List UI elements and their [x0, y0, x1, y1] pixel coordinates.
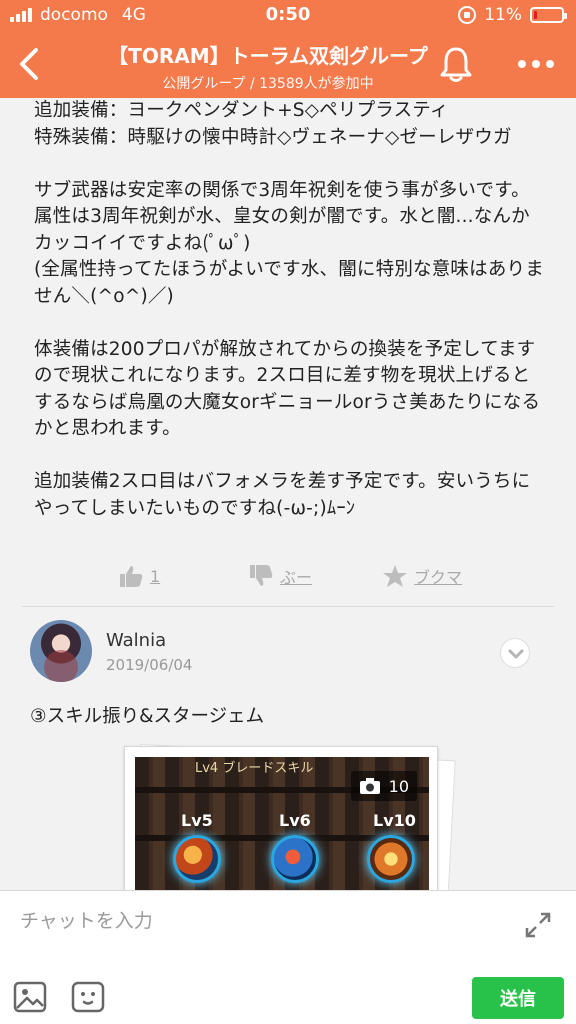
- post-content-area[interactable]: 追加装備：ヨークペンダント+S◇ペリプラスティ 特殊装備：時駆けの懐中時計◇ヴェ…: [0, 98, 576, 890]
- back-button[interactable]: [10, 42, 50, 86]
- post-body-text: 追加装備：ヨークペンダント+S◇ペリプラスティ 特殊装備：時駆けの懐中時計◇ヴェ…: [34, 100, 544, 519]
- image-icon: [13, 981, 47, 1013]
- thumbs-down-icon: [250, 565, 273, 586]
- dislike-button[interactable]: ぶー: [248, 564, 312, 588]
- dot-icon: [532, 60, 540, 68]
- camera-icon: [359, 778, 380, 794]
- group-subtitle: 公開グループ / 13589人が参加中: [162, 76, 374, 92]
- image-button[interactable]: [12, 979, 48, 1015]
- photo-count-badge: 10: [350, 771, 417, 801]
- skill-orb-icon: [367, 835, 415, 883]
- bookmark-button[interactable]: ブクマ: [382, 564, 462, 588]
- group-title-block[interactable]: 【TORAM】トーラム双剣グループ 公開グループ / 13589人が参加中: [70, 40, 466, 93]
- photo-count: 10: [388, 776, 409, 796]
- sticker-button[interactable]: [70, 979, 106, 1015]
- photo-frame: Lv4 ブレードスキル Lv5 Lv6 Lv10 10: [124, 746, 438, 890]
- chevron-down-icon: [508, 649, 524, 659]
- skill-orb-icon: [271, 835, 319, 883]
- star-icon: [383, 565, 407, 587]
- comment-date: 2019/06/04: [106, 656, 193, 674]
- notification-button[interactable]: [438, 44, 474, 84]
- avatar[interactable]: [30, 620, 92, 682]
- nav-bar: 【TORAM】トーラム双剣グループ 公開グループ / 13589人が参加中: [0, 30, 576, 98]
- skill-level-label: Lv6: [279, 811, 311, 830]
- bell-icon: [440, 47, 472, 82]
- dislike-label: ぶー: [280, 568, 313, 587]
- thumbs-up-icon: [120, 566, 143, 587]
- dot-icon: [518, 60, 526, 68]
- battery-icon: [530, 7, 567, 23]
- skill-level-label: Lv5: [181, 811, 213, 830]
- skill-screenshot-image: Lv4 ブレードスキル Lv5 Lv6 Lv10 10: [135, 757, 429, 890]
- battery-percent: 11%: [484, 5, 522, 25]
- skill-header-text: Lv4 ブレードスキル: [195, 761, 314, 776]
- send-button[interactable]: 送信: [472, 977, 564, 1019]
- chat-input-bar: 送信: [0, 890, 576, 1024]
- comment-photo[interactable]: Lv4 ブレードスキル Lv5 Lv6 Lv10 10: [124, 743, 456, 890]
- chevron-left-icon: [20, 48, 38, 80]
- post-actions: 1 ぶー ブクマ: [0, 560, 576, 594]
- comment-author[interactable]: Walnia: [106, 630, 166, 651]
- rotation-lock-icon: [458, 6, 477, 24]
- chat-input[interactable]: [20, 905, 500, 937]
- battery-fill: [534, 11, 537, 19]
- expand-icon: [525, 912, 551, 938]
- app-header: docomo 4G 0:50 11% 【TORAM】トーラム双剣グループ 公開グ…: [0, 0, 576, 98]
- page-title: 【TORAM】トーラム双剣グループ: [108, 44, 428, 68]
- comment-menu-button[interactable]: [500, 638, 530, 668]
- more-options-button[interactable]: [516, 52, 556, 76]
- skill-level-label: Lv10: [373, 811, 416, 830]
- skill-orb-icon: [173, 835, 221, 883]
- like-count: 1: [150, 566, 161, 586]
- status-bar: docomo 4G 0:50 11%: [0, 0, 576, 30]
- dot-icon: [546, 60, 554, 68]
- bookmark-label: ブクマ: [414, 568, 463, 587]
- comment-text: ③スキル振り&スタージェム: [30, 706, 265, 727]
- like-button[interactable]: 1: [118, 564, 160, 588]
- sticker-icon: [71, 981, 105, 1013]
- divider: [22, 606, 554, 607]
- expand-button[interactable]: [524, 911, 552, 939]
